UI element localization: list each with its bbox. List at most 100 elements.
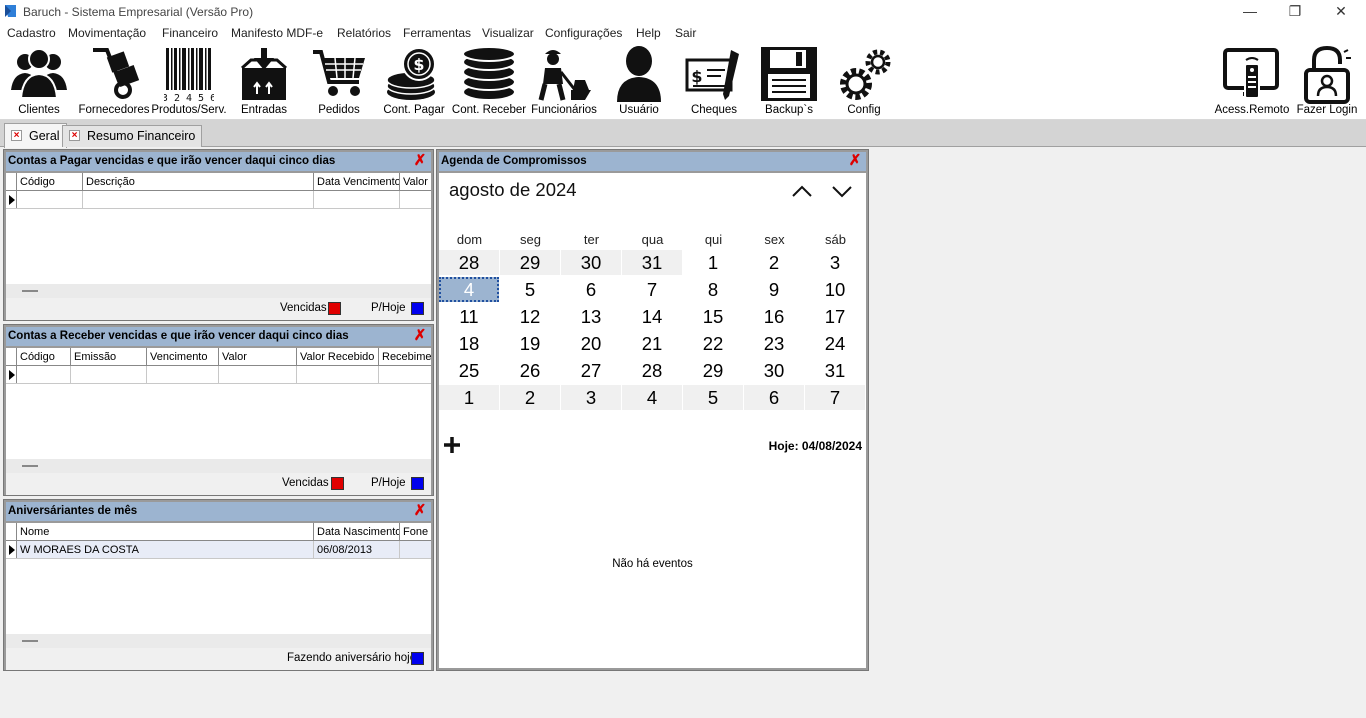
col-valor[interactable]: Valor — [219, 348, 297, 366]
col-valor-recebido[interactable]: Valor Recebido — [297, 348, 379, 366]
close-window-button[interactable]: ✕ — [1318, 0, 1364, 23]
contas-pagar-grid[interactable]: Código Descrição Data Vencimento Valor — [6, 173, 431, 284]
close-panel-icon[interactable]: ✗ — [413, 328, 427, 344]
calendar-day[interactable]: 19 — [500, 331, 560, 356]
restore-button[interactable]: ❐ — [1272, 0, 1318, 23]
calendar-day[interactable]: 6 — [744, 385, 804, 410]
pedidos-button[interactable]: Pedidos — [303, 43, 375, 119]
calendar-day[interactable]: 26 — [500, 358, 560, 383]
menu-movimentacao[interactable]: Movimentação — [68, 26, 146, 40]
calendar-day[interactable]: 28 — [439, 250, 499, 275]
cont-pagar-button[interactable]: $ Cont. Pagar — [378, 43, 450, 119]
produtos-button[interactable]: 3 2 4 5 6 Produtos/Serv. — [151, 43, 227, 119]
cell-data-vencimento[interactable] — [314, 191, 400, 209]
calendar-day[interactable]: 16 — [744, 304, 804, 329]
col-data-vencimento[interactable]: Data Vencimento — [314, 173, 400, 191]
calendar-day-selected[interactable]: 4 — [439, 277, 499, 302]
col-vencimento[interactable]: Vencimento — [147, 348, 219, 366]
menu-visualizar[interactable]: Visualizar — [482, 26, 534, 40]
calendar-month-label[interactable]: agosto de 2024 — [449, 179, 577, 201]
menu-sair[interactable]: Sair — [675, 26, 696, 40]
table-row[interactable] — [6, 366, 431, 384]
calendar-day[interactable]: 30 — [744, 358, 804, 383]
calendar-day[interactable]: 27 — [561, 358, 621, 383]
cheques-button[interactable]: $ Cheques — [678, 43, 750, 119]
calendar-day[interactable]: 20 — [561, 331, 621, 356]
calendar-day[interactable]: 24 — [805, 331, 865, 356]
calendar-day[interactable]: 10 — [805, 277, 865, 302]
calendar-day[interactable]: 23 — [744, 331, 804, 356]
col-valor[interactable]: Valor — [400, 173, 431, 191]
menu-ferramentas[interactable]: Ferramentas — [403, 26, 471, 40]
calendar-day[interactable]: 17 — [805, 304, 865, 329]
menu-relatorios[interactable]: Relatórios — [337, 26, 391, 40]
calendar-day[interactable]: 7 — [622, 277, 682, 302]
calendar-day[interactable]: 31 — [805, 358, 865, 383]
col-codigo[interactable]: Código — [17, 348, 71, 366]
menu-help[interactable]: Help — [636, 26, 661, 40]
calendar-day[interactable]: 6 — [561, 277, 621, 302]
tab-resumo-financeiro[interactable]: × Resumo Financeiro — [62, 125, 203, 147]
calendar-day[interactable]: 29 — [683, 358, 743, 383]
calendar-day[interactable]: 1 — [683, 250, 743, 275]
col-data-nascimento[interactable]: Data Nascimento — [314, 523, 400, 541]
calendar-day[interactable]: 18 — [439, 331, 499, 356]
acess-remoto-button[interactable]: Acess.Remoto — [1215, 43, 1289, 119]
cell-valor[interactable] — [219, 366, 297, 384]
calendar-day[interactable]: 29 — [500, 250, 560, 275]
col-emissao[interactable]: Emissão — [71, 348, 147, 366]
entradas-button[interactable]: Entradas — [228, 43, 300, 119]
calendar-day[interactable]: 12 — [500, 304, 560, 329]
calendar-day[interactable]: 22 — [683, 331, 743, 356]
next-month-icon[interactable] — [831, 183, 853, 199]
cell-descricao[interactable] — [83, 191, 314, 209]
cell-valor[interactable] — [400, 191, 431, 209]
calendar-day[interactable]: 30 — [561, 250, 621, 275]
calendar-day[interactable]: 3 — [805, 250, 865, 275]
close-panel-icon[interactable]: ✗ — [413, 503, 427, 519]
calendar-day[interactable]: 13 — [561, 304, 621, 329]
close-panel-icon[interactable]: ✗ — [413, 153, 427, 169]
cell-nome[interactable]: W MORAES DA COSTA — [17, 541, 314, 559]
previous-month-icon[interactable] — [791, 183, 813, 199]
contas-receber-grid[interactable]: Código Emissão Vencimento Valor Valor Re… — [6, 348, 431, 459]
menu-manifesto-mdfe[interactable]: Manifesto MDF-e — [231, 26, 323, 40]
cell-emissao[interactable] — [71, 366, 147, 384]
cell-vencimento[interactable] — [147, 366, 219, 384]
cell-fone[interactable] — [400, 541, 431, 559]
calendar-day[interactable]: 28 — [622, 358, 682, 383]
cont-receber-button[interactable]: Cont. Receber — [452, 43, 526, 119]
calendar-day[interactable]: 5 — [683, 385, 743, 410]
calendar-day[interactable]: 21 — [622, 331, 682, 356]
close-tab-icon[interactable]: × — [69, 130, 80, 141]
add-event-icon[interactable] — [443, 436, 461, 454]
col-nome[interactable]: Nome — [17, 523, 314, 541]
col-descricao[interactable]: Descrição — [83, 173, 314, 191]
close-tab-icon[interactable]: × — [11, 130, 22, 141]
menu-configuracoes[interactable]: Configurações — [545, 26, 622, 40]
cell-data-nascimento[interactable]: 06/08/2013 — [314, 541, 400, 559]
table-row[interactable]: W MORAES DA COSTA 06/08/2013 — [6, 541, 431, 559]
calendar-day[interactable]: 5 — [500, 277, 560, 302]
fazer-login-button[interactable]: Fazer Login — [1291, 43, 1363, 119]
col-codigo[interactable]: Código — [17, 173, 83, 191]
calendar-day[interactable]: 3 — [561, 385, 621, 410]
col-recebimento[interactable]: Recebimento — [379, 348, 431, 366]
cell-valor-recebido[interactable] — [297, 366, 379, 384]
calendar-day[interactable]: 9 — [744, 277, 804, 302]
calendar-day[interactable]: 15 — [683, 304, 743, 329]
calendar-day[interactable]: 25 — [439, 358, 499, 383]
clientes-button[interactable]: Clientes — [3, 43, 75, 119]
minimize-button[interactable]: — — [1227, 0, 1273, 23]
funcionarios-button[interactable]: Funcionários — [528, 43, 600, 119]
calendar-day[interactable]: 2 — [744, 250, 804, 275]
backup-button[interactable]: Backup`s — [753, 43, 825, 119]
fornecedores-button[interactable]: Fornecedores — [78, 43, 150, 119]
close-panel-icon[interactable]: ✗ — [848, 153, 862, 169]
calendar-day[interactable]: 31 — [622, 250, 682, 275]
cell-recebimento[interactable] — [379, 366, 431, 384]
usuario-button[interactable]: Usuário — [603, 43, 675, 119]
calendar-day[interactable]: 1 — [439, 385, 499, 410]
calendar-day[interactable]: 4 — [622, 385, 682, 410]
table-row[interactable] — [6, 191, 431, 209]
